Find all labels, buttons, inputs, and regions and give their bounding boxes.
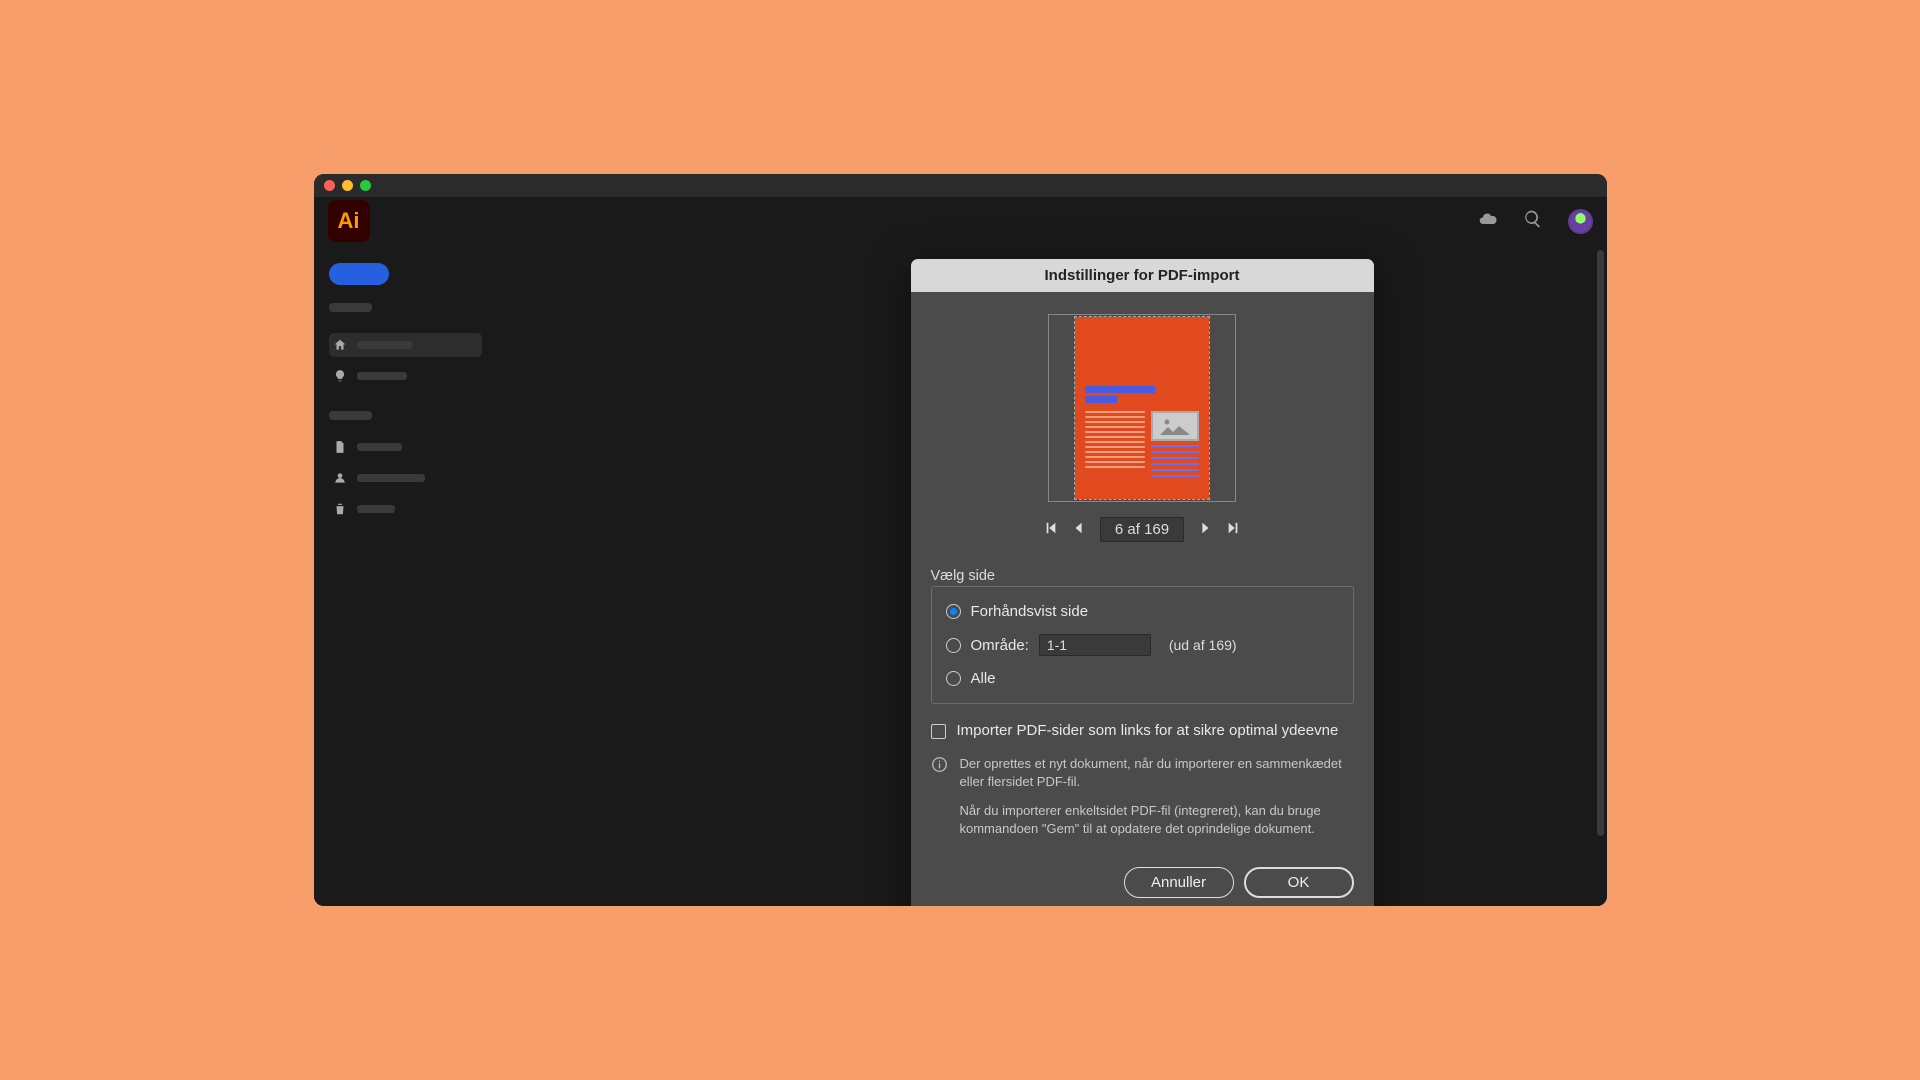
page-preview-container	[931, 314, 1354, 502]
content-area: Indstillinger for PDF-import	[497, 245, 1607, 906]
radio-previewed-page[interactable]: Forhåndsvist side	[946, 603, 1339, 620]
checkbox-icon	[931, 724, 946, 739]
next-page-button[interactable]	[1198, 521, 1212, 538]
info-paragraph: Når du importerer enkeltsidet PDF-fil (i…	[960, 802, 1354, 837]
info-text: Der oprettes et nyt dokument, når du imp…	[960, 755, 1354, 849]
sidebar-item-files[interactable]	[329, 435, 482, 459]
import-as-links-checkbox[interactable]: Importer PDF-sider som links for at sikr…	[931, 722, 1354, 739]
sidebar-item-label	[357, 443, 402, 451]
prev-page-button[interactable]	[1072, 521, 1086, 538]
scrollbar[interactable]	[1597, 250, 1604, 901]
trash-icon	[333, 502, 347, 516]
info-paragraph: Der oprettes et nyt dokument, når du imp…	[960, 755, 1354, 790]
app-main: Indstillinger for PDF-import	[314, 245, 1607, 906]
home-icon	[333, 338, 347, 352]
page-pager: 6 af 169	[931, 517, 1354, 542]
sidebar-item-label	[357, 505, 395, 513]
select-page-group: Forhåndsvist side Område: (ud af 169) Al…	[931, 586, 1354, 704]
file-icon	[333, 440, 347, 454]
lightbulb-icon	[333, 369, 347, 383]
sidebar-item-learn[interactable]	[329, 364, 482, 388]
scrollbar-thumb[interactable]	[1597, 250, 1604, 836]
group-label: Vælg side	[931, 568, 995, 584]
radio-label: Alle	[971, 670, 996, 687]
pdf-import-dialog: Indstillinger for PDF-import	[911, 259, 1374, 906]
dialog-title: Indstillinger for PDF-import	[911, 259, 1374, 292]
range-input[interactable]	[1039, 634, 1151, 656]
app-logo: Ai	[328, 200, 370, 242]
range-suffix: (ud af 169)	[1169, 637, 1237, 653]
sidebar-item-deleted[interactable]	[329, 497, 482, 521]
radio-icon	[946, 638, 961, 653]
sidebar-skeleton	[329, 303, 372, 312]
cloud-icon[interactable]	[1478, 209, 1498, 234]
radio-label: Forhåndsvist side	[971, 603, 1089, 620]
page-thumb-crop	[1074, 316, 1210, 500]
window-minimize-button[interactable]	[342, 180, 353, 191]
search-icon[interactable]	[1523, 209, 1543, 234]
app-window: Ai	[314, 174, 1607, 906]
first-page-button[interactable]	[1044, 521, 1058, 538]
sidebar-item-home[interactable]	[329, 333, 482, 357]
app-topbar: Ai	[314, 197, 1607, 245]
user-avatar[interactable]	[1568, 209, 1593, 234]
ok-button[interactable]: OK	[1244, 867, 1354, 898]
radio-icon	[946, 604, 961, 619]
dialog-actions: Annuller OK	[931, 867, 1354, 898]
new-button[interactable]	[329, 263, 389, 285]
info-block: Der oprettes et nyt dokument, når du imp…	[931, 755, 1354, 849]
thumb-heading-line	[1085, 396, 1117, 403]
page-thumbnail	[1075, 317, 1209, 499]
sidebar-item-label	[357, 341, 412, 349]
sidebar	[314, 245, 497, 906]
window-close-button[interactable]	[324, 180, 335, 191]
radio-label: Område:	[971, 637, 1029, 654]
sidebar-item-label	[357, 372, 407, 380]
cancel-button[interactable]: Annuller	[1124, 867, 1234, 898]
info-icon	[931, 756, 948, 773]
sidebar-section-title	[329, 411, 372, 420]
radio-all[interactable]: Alle	[946, 670, 1339, 687]
page-preview	[1048, 314, 1236, 502]
checkbox-label: Importer PDF-sider som links for at sikr…	[957, 722, 1339, 739]
user-icon	[333, 471, 347, 485]
sidebar-item-shared[interactable]	[329, 466, 482, 490]
radio-icon	[946, 671, 961, 686]
sidebar-item-label	[357, 474, 425, 482]
image-placeholder-icon	[1151, 411, 1199, 441]
topbar-right	[1478, 209, 1593, 234]
thumb-heading-line	[1085, 386, 1155, 393]
page-indicator[interactable]: 6 af 169	[1100, 517, 1184, 542]
window-maximize-button[interactable]	[360, 180, 371, 191]
last-page-button[interactable]	[1226, 521, 1240, 538]
window-titlebar	[314, 174, 1607, 197]
radio-range[interactable]: Område: (ud af 169)	[946, 634, 1339, 656]
